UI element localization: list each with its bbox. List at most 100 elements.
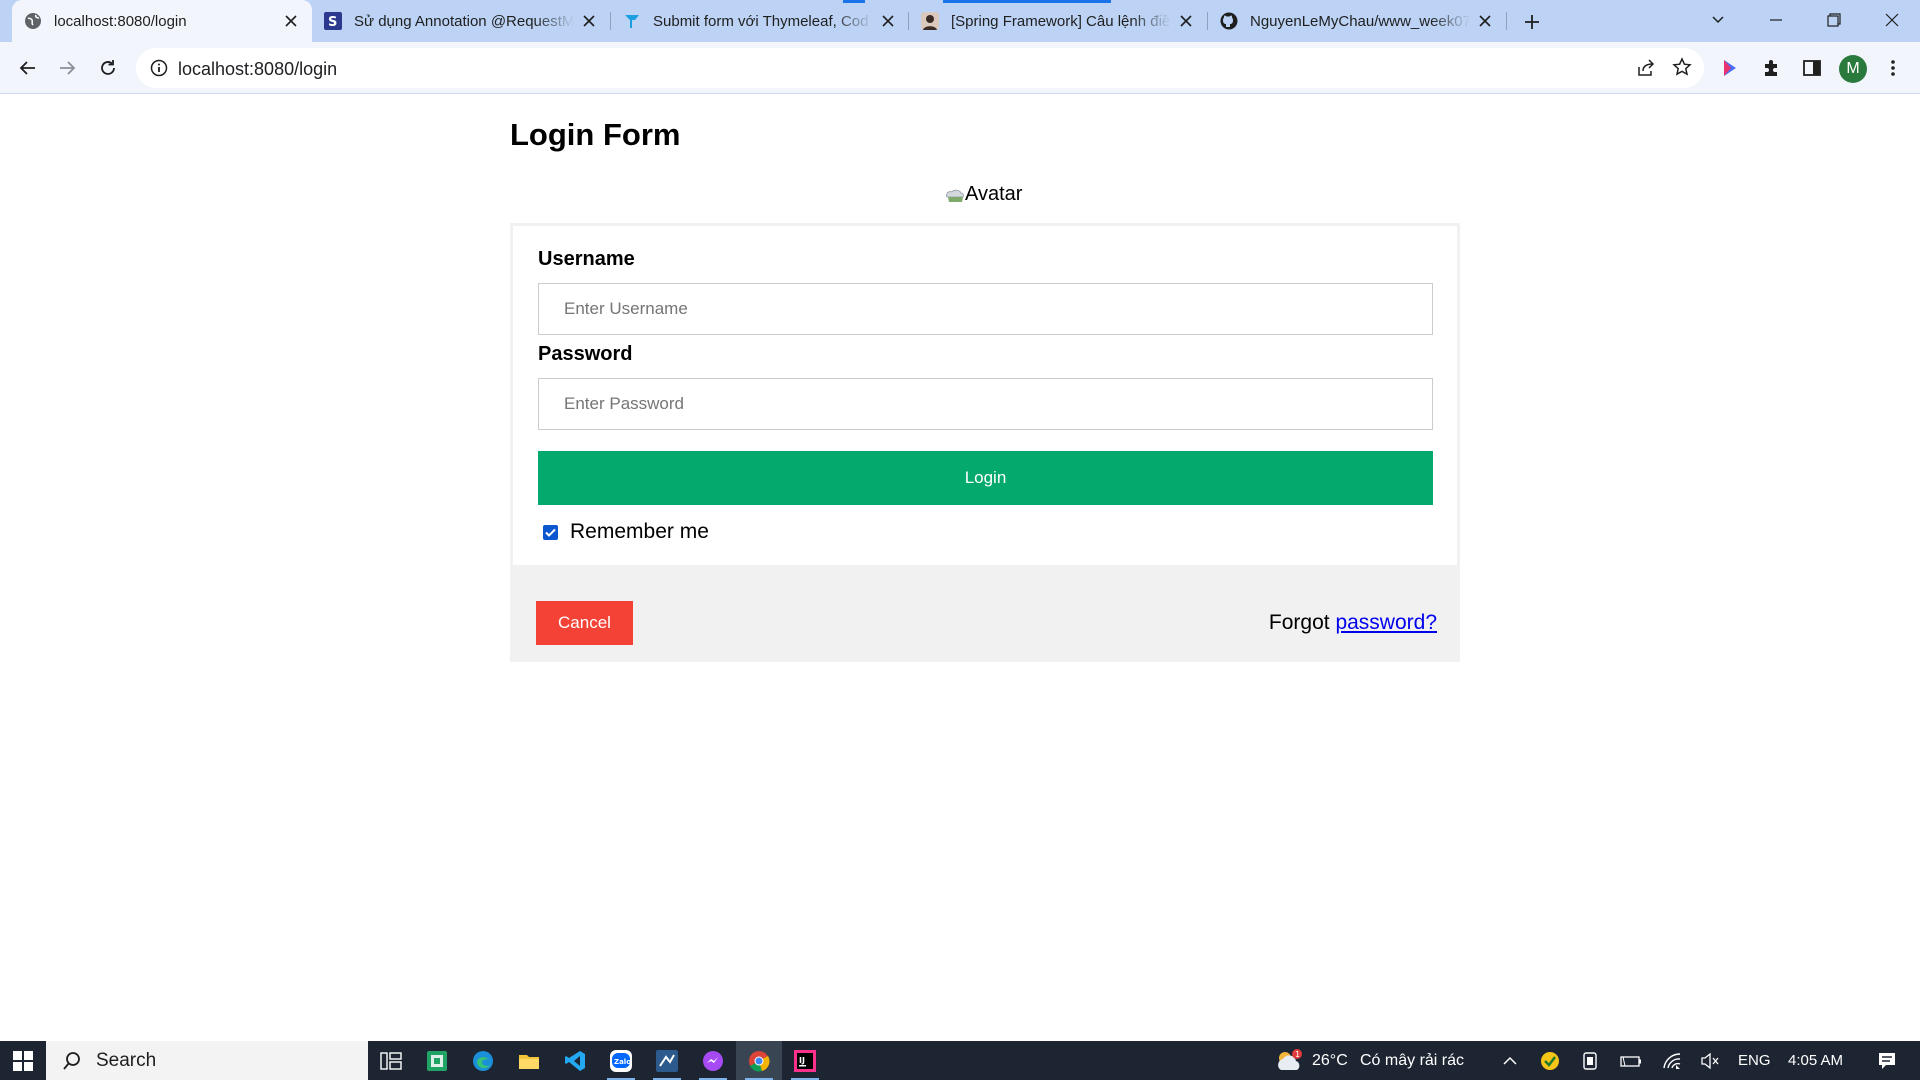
meet-now-icon[interactable] [1577,1041,1605,1080]
translate-extension-icon [1724,60,1736,76]
chrome-icon[interactable] [736,1041,782,1080]
tab-title: NguyenLeMyChau/www_week07 [1250,12,1470,30]
avatar-image: Avatar [945,183,1022,206]
login-button[interactable]: Login [538,451,1433,505]
tab-spring-article[interactable]: [Spring Framework] Câu lệnh điề [909,0,1207,42]
weather-temperature[interactable]: 26°C [1312,1041,1348,1080]
search-icon [63,1051,80,1070]
file-explorer-icon[interactable] [506,1041,552,1080]
info-icon[interactable] [150,59,168,82]
svg-text:IJ: IJ [799,1056,805,1065]
vscode-icon[interactable] [552,1041,598,1080]
close-icon [1885,13,1899,27]
minimize-button[interactable] [1748,0,1804,40]
address-bar[interactable]: localhost:8080/login [136,48,1704,88]
close-tab-icon[interactable] [1476,12,1494,30]
weather-description[interactable]: Có mây rải rác [1360,1041,1464,1080]
avatar-alt-text: Avatar [965,183,1023,205]
profile-avatar[interactable]: M [1839,55,1867,83]
browser-toolbar: localhost:8080/login M [0,42,1920,94]
windows-logo-icon [13,1050,33,1071]
arrow-left-icon [19,61,35,75]
taskbar-search[interactable]: Search [46,1041,368,1080]
password-input[interactable] [538,378,1433,430]
plus-icon [1525,15,1539,29]
clock[interactable]: 4:05 AM [1788,1041,1843,1080]
show-hidden-icons-button[interactable] [1496,1041,1524,1080]
extensions-button[interactable] [1756,52,1788,84]
remember-me-checkbox[interactable] [543,524,558,540]
reload-icon [101,60,115,75]
close-tab-icon[interactable] [282,12,300,30]
share-icon[interactable] [1636,58,1656,83]
tab-separator [1506,12,1507,30]
restore-button[interactable] [1806,0,1862,40]
cancel-button[interactable]: Cancel [536,601,633,645]
more-vertical-icon [1891,60,1895,76]
t-logo-icon [623,12,641,30]
minimize-icon [1770,19,1782,21]
chevron-down-icon [1712,16,1724,24]
github-icon [1220,12,1238,30]
globe-icon [24,12,42,30]
tab-title: localhost:8080/login [54,12,187,30]
tab-title: [Spring Framework] Câu lệnh điề [951,12,1171,30]
bookmark-star-icon[interactable] [1672,57,1692,82]
tab-localhost-login[interactable]: localhost:8080/login [12,0,312,42]
volume-muted-icon[interactable] [1696,1041,1724,1080]
remember-me[interactable]: Remember me [543,520,709,544]
username-input[interactable] [538,283,1433,335]
forward-button[interactable] [51,52,83,84]
tab-requestmapping-article[interactable]: S Sử dụng Annotation @RequestM [312,0,610,42]
forgot-password-link[interactable]: password? [1335,611,1437,634]
norton-icon[interactable] [1536,1041,1564,1080]
weather-icon[interactable]: 1 [1272,1041,1308,1080]
reload-button[interactable] [92,52,124,84]
side-panel-icon [1803,60,1821,76]
close-tab-icon[interactable] [1177,12,1195,30]
language-indicator[interactable]: ENG [1738,1041,1771,1080]
checkmark-icon [545,528,556,537]
password-label: Password [538,343,633,365]
tab-github-repo[interactable]: NguyenLeMyChau/www_week07 [1208,0,1506,42]
close-tab-icon[interactable] [580,12,598,30]
ssms-icon[interactable] [644,1041,690,1080]
wifi-icon[interactable] [1658,1041,1686,1080]
intellij-icon[interactable]: IJ [782,1041,828,1080]
extension-button[interactable] [1714,52,1746,84]
puzzle-icon [1765,60,1777,76]
back-button[interactable] [12,52,44,84]
forgot-password: Forgot password? [1269,611,1437,635]
forgot-prefix: Forgot [1268,611,1336,634]
battery-icon[interactable] [1617,1041,1645,1080]
tab-search-button[interactable] [1690,0,1746,40]
start-button[interactable] [0,1041,46,1080]
remember-me-label: Remember me [570,520,709,543]
zalo-icon[interactable]: Zalo [598,1041,644,1080]
close-tab-icon[interactable] [879,12,897,30]
side-panel-button[interactable] [1796,52,1828,84]
login-form-body: Username Password Login Remember me [513,226,1457,565]
page-title: Login Form [510,117,681,152]
svg-text:S: S [328,15,337,30]
avatar-photo-icon [921,12,939,30]
windows-taskbar: Search Zalo IJ 1 26°C Có mây rải rác ENG… [0,1041,1920,1080]
notification-icon [1879,1052,1895,1069]
messenger-icon[interactable] [690,1041,736,1080]
task-view-icon[interactable] [368,1041,414,1080]
close-window-button[interactable] [1864,0,1920,40]
restore-icon [1827,13,1841,27]
tab-thymeleaf-article[interactable]: Submit form với Thymeleaf, Cod [611,0,909,42]
url-text: localhost:8080/login [178,59,338,79]
notifications-button[interactable] [1864,1041,1910,1080]
chrome-menu-button[interactable] [1877,52,1909,84]
new-tab-button[interactable] [1518,8,1546,36]
green-app-icon[interactable] [414,1041,460,1080]
weather-badge: 1 [1295,1050,1300,1059]
username-label: Username [538,248,635,270]
tab-title: Sử dụng Annotation @RequestM [354,12,574,30]
edge-icon[interactable] [460,1041,506,1080]
search-label: Search [96,1049,157,1071]
arrow-right-icon [60,61,76,75]
chevron-up-icon [1503,1056,1517,1065]
